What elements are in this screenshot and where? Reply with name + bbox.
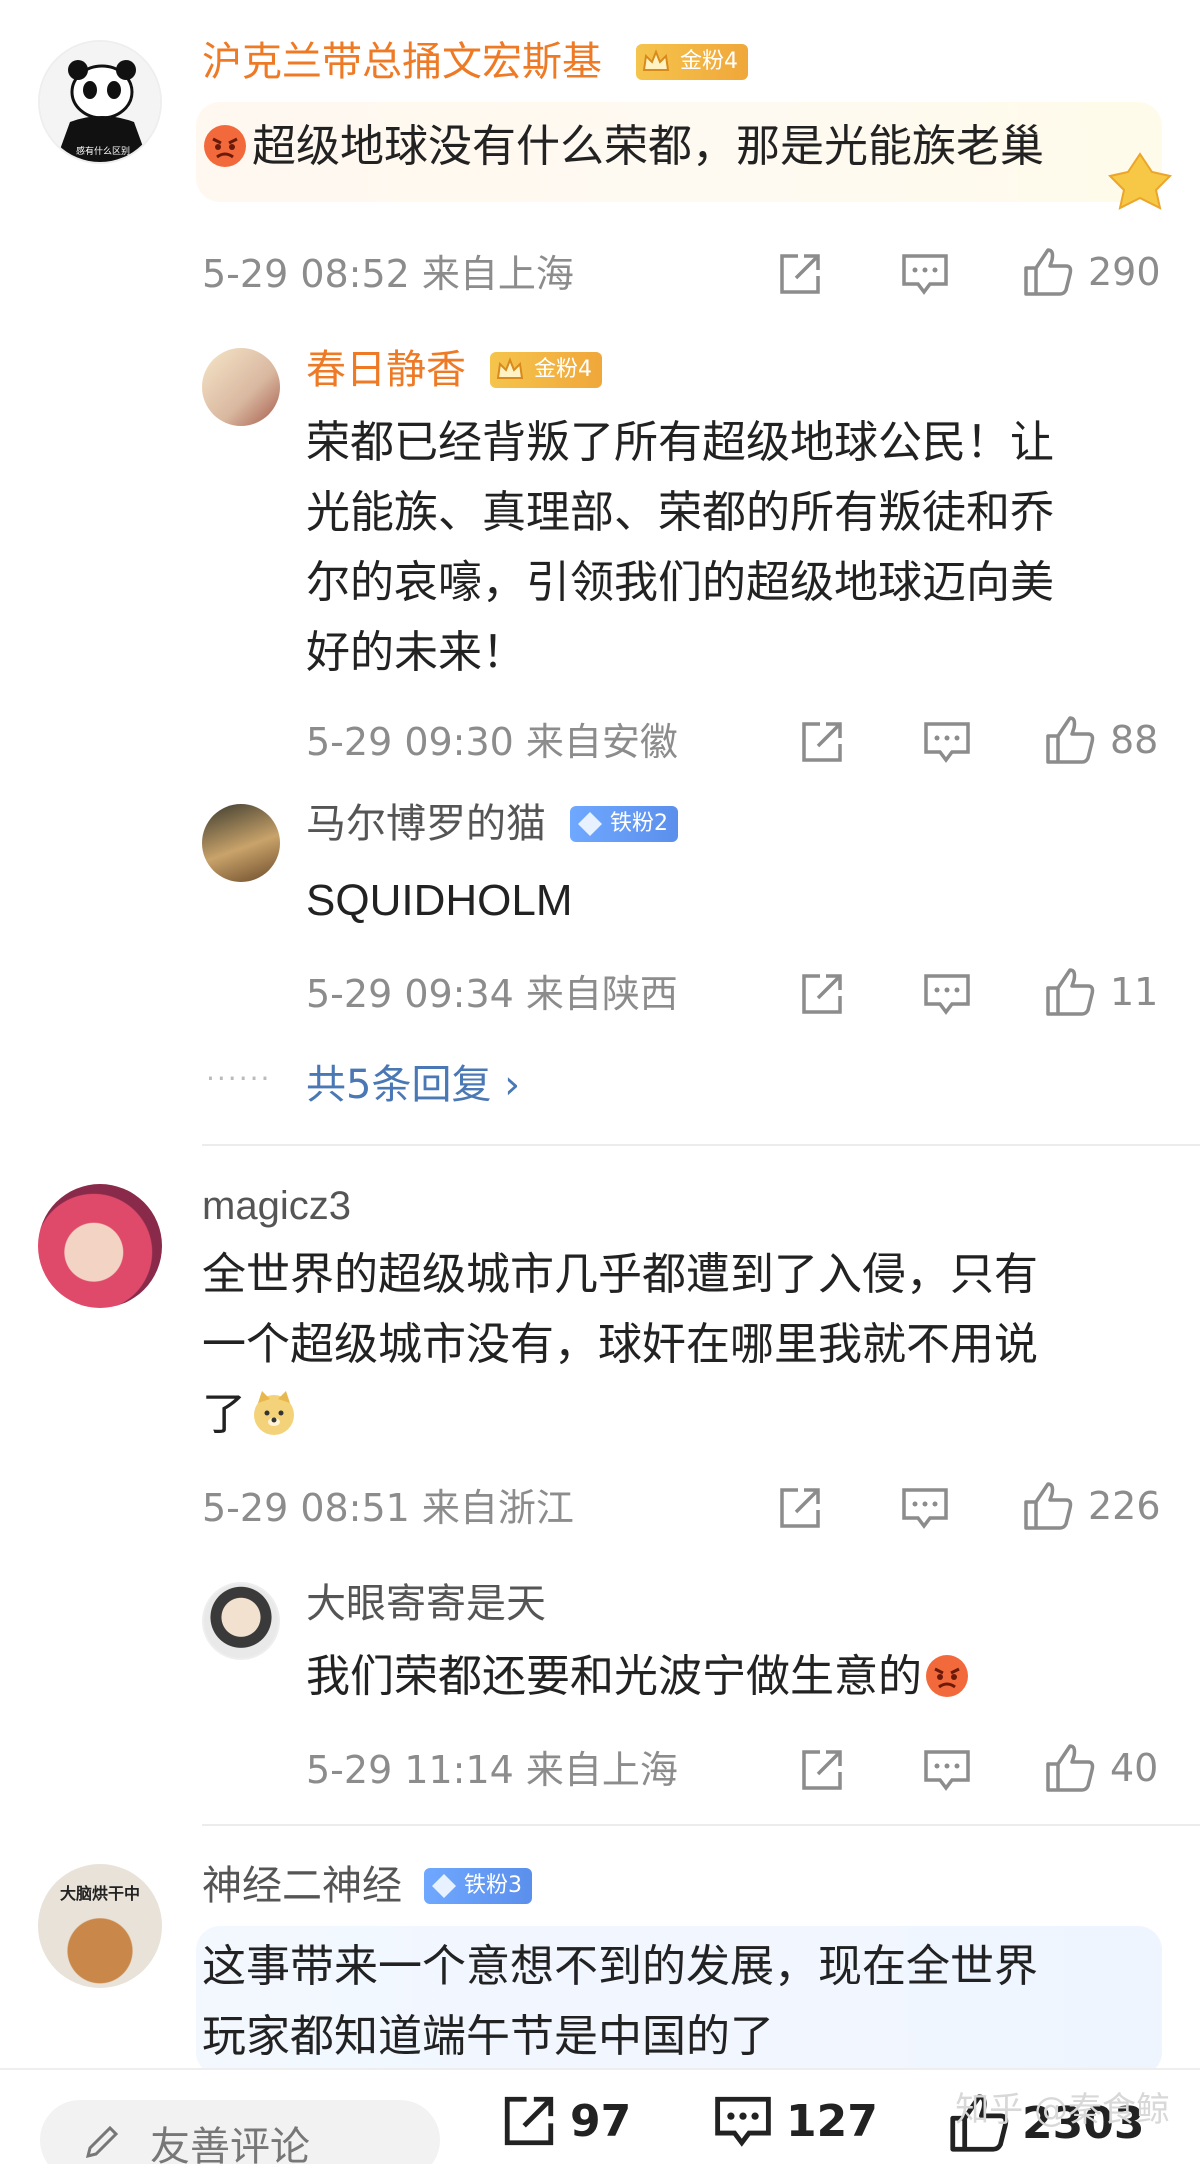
comment-icon — [924, 1750, 970, 1791]
share-icon — [780, 254, 820, 294]
pencil-icon — [85, 2125, 119, 2159]
angry-emoji-icon — [926, 1655, 968, 1697]
avatar[interactable]: 感有什么区别 — [38, 40, 162, 164]
fan-badge: 金粉4 — [636, 44, 748, 80]
fan-badge: 金粉4 — [490, 352, 602, 388]
thumbs-up-icon — [1046, 968, 1095, 1016]
comment-button[interactable]: 127 — [712, 2092, 878, 2150]
like-count: 290 — [1088, 250, 1161, 294]
comment-meta: 5-29 08:51 来自浙江 — [202, 1486, 574, 1530]
thumbs-up-icon — [1046, 716, 1095, 764]
comment-icon — [902, 254, 948, 295]
reply-text: 荣都已经背叛了所有超级地球公民！让 光能族、真理部、荣都的所有叛徒和乔 尔的哀嚎… — [306, 417, 1054, 678]
comment-text: 这事带来一个意想不到的发展，现在全世界 玩家都知道端午节是中国的了 — [202, 1941, 1038, 2062]
username[interactable]: magicz3 — [202, 1182, 351, 1230]
fan-badge: 铁粉3 — [424, 1868, 532, 1904]
thumbs-up-icon — [1046, 1744, 1095, 1792]
like-count: 40 — [1110, 1746, 1159, 1790]
reply-username[interactable]: 大眼寄寄是天 — [306, 1580, 546, 1628]
reply-text: 我们荣都还要和光波宁做生意的 — [306, 1642, 970, 1712]
like-button[interactable]: 88 — [1044, 712, 1158, 768]
reply-avatar[interactable] — [202, 804, 280, 882]
comment-input[interactable]: 友善评论 — [40, 2100, 440, 2164]
share-icon — [802, 722, 842, 762]
username[interactable]: 神经二神经 — [202, 1862, 402, 1910]
avatar[interactable] — [38, 1184, 162, 1308]
comment-icon — [924, 974, 970, 1015]
divider — [202, 1144, 1200, 1146]
avatar[interactable]: 大脑烘干中 — [38, 1864, 162, 1988]
share-button[interactable] — [776, 1480, 824, 1536]
reply-avatar[interactable] — [202, 1582, 280, 1660]
like-count: 88 — [1110, 718, 1159, 762]
reply-meta: 5-29 11:14 来自上海 — [306, 1748, 678, 1792]
share-icon — [504, 2096, 554, 2146]
fan-badge: 铁粉2 — [570, 806, 678, 842]
reply-button[interactable] — [922, 1742, 972, 1798]
comment-icon — [924, 722, 970, 763]
thumbs-up-icon — [1024, 248, 1073, 296]
crown-icon — [642, 49, 670, 71]
avatar-caption: 大脑烘干中 — [60, 1884, 141, 1903]
reply-button[interactable] — [900, 246, 950, 302]
share-icon — [780, 1488, 820, 1528]
watermark: 知乎 @秦食鲸 — [955, 2090, 1170, 2130]
reply-meta: 5-29 09:30 来自安徽 — [306, 720, 678, 764]
thumbs-up-icon — [1024, 1482, 1073, 1530]
reply-button[interactable] — [922, 714, 972, 770]
reply-button[interactable] — [922, 966, 972, 1022]
share-button[interactable] — [798, 966, 846, 1022]
reply-username[interactable]: 马尔博罗的猫 — [306, 800, 546, 848]
share-icon — [802, 974, 842, 1014]
divider — [202, 1824, 1200, 1826]
crown-icon — [496, 357, 524, 379]
share-button[interactable] — [798, 1742, 846, 1798]
diamond-icon — [578, 812, 602, 836]
comment-icon — [902, 1488, 948, 1529]
like-button[interactable]: 226 — [1022, 1478, 1161, 1534]
comment-text: 超级地球没有什么荣都，那是光能族老巢 — [202, 112, 1044, 182]
like-button[interactable]: 40 — [1044, 1740, 1158, 1796]
doge-emoji-icon — [254, 1391, 294, 1435]
bottom-action-bar: 友善评论 97 127 2303 知乎 @秦食鲸 — [0, 2068, 1200, 2164]
sparkle-icon — [1108, 152, 1172, 210]
view-more-replies-link[interactable]: 共5条回复 › — [306, 1052, 520, 1110]
reply-username[interactable]: 春日静香 — [306, 346, 466, 394]
more-dots: ······ — [206, 1062, 272, 1095]
reply-meta: 5-29 09:34 来自陕西 — [306, 972, 678, 1016]
username[interactable]: 沪克兰带总捅文宏斯基 — [202, 38, 602, 86]
comment-text: 全世界的超级城市几乎都遭到了入侵，只有 一个超级城市没有，球奸在哪里我就不用说 … — [202, 1249, 1038, 1440]
reply-text: SQUIDHOLM — [306, 876, 573, 925]
like-count: 226 — [1088, 1484, 1161, 1528]
share-button[interactable] — [798, 714, 846, 770]
comment-count: 127 — [786, 2095, 878, 2147]
diamond-icon — [432, 1874, 456, 1898]
like-count: 11 — [1110, 970, 1159, 1014]
like-button[interactable]: 290 — [1022, 244, 1161, 300]
share-button[interactable] — [776, 246, 824, 302]
comment-icon — [715, 2096, 771, 2147]
like-button[interactable]: 11 — [1044, 964, 1158, 1020]
reply-button[interactable] — [900, 1480, 950, 1536]
share-button[interactable]: 97 — [500, 2092, 631, 2150]
reply-avatar[interactable] — [202, 348, 280, 426]
angry-emoji-icon — [204, 125, 246, 167]
comment-meta: 5-29 08:52 来自上海 — [202, 252, 574, 296]
avatar-caption: 感有什么区别 — [76, 147, 131, 157]
share-count: 97 — [570, 2095, 632, 2147]
share-icon — [802, 1750, 842, 1790]
